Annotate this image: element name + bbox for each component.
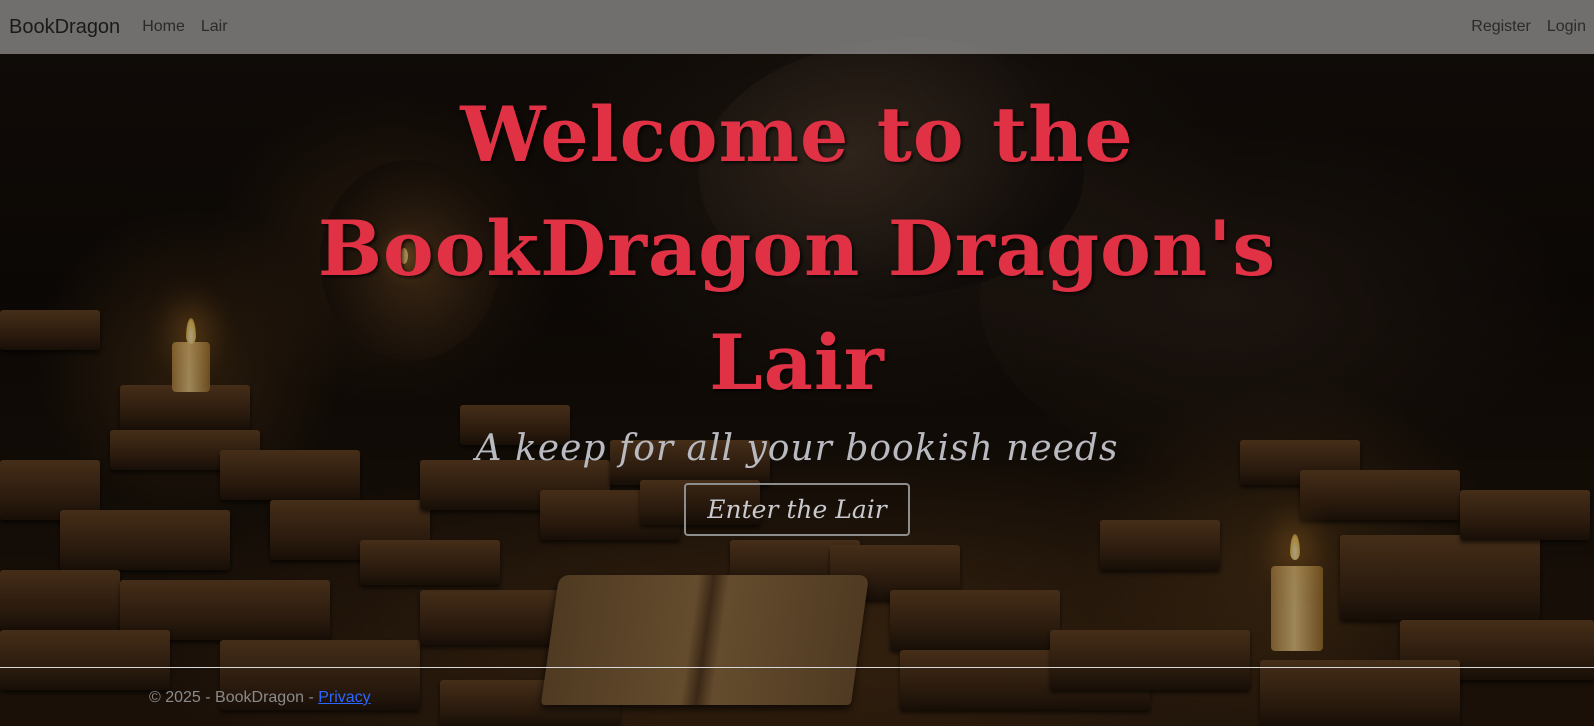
brand-link[interactable]: BookDragon	[9, 16, 120, 39]
privacy-link[interactable]: Privacy	[318, 689, 370, 706]
footer: © 2025 - BookDragon - Privacy	[0, 667, 1594, 726]
footer-text: © 2025 - BookDragon - Privacy	[149, 689, 371, 707]
hero: Welcome to the BookDragon Dragon's Lair …	[0, 78, 1594, 536]
copyright-text: © 2025 - BookDragon -	[149, 689, 319, 706]
nav-right: Register Login	[1455, 18, 1586, 36]
navbar: BookDragon Home Lair Register Login	[0, 0, 1594, 54]
nav-lair[interactable]: Lair	[201, 18, 228, 36]
nav-login[interactable]: Login	[1547, 18, 1586, 36]
nav-register[interactable]: Register	[1471, 18, 1531, 36]
nav-home[interactable]: Home	[142, 18, 185, 36]
hero-title: Welcome to the BookDragon Dragon's Lair	[317, 90, 1277, 407]
enter-lair-button[interactable]: Enter the Lair	[684, 483, 910, 536]
hero-subtitle: A keep for all your bookish needs	[475, 428, 1119, 469]
